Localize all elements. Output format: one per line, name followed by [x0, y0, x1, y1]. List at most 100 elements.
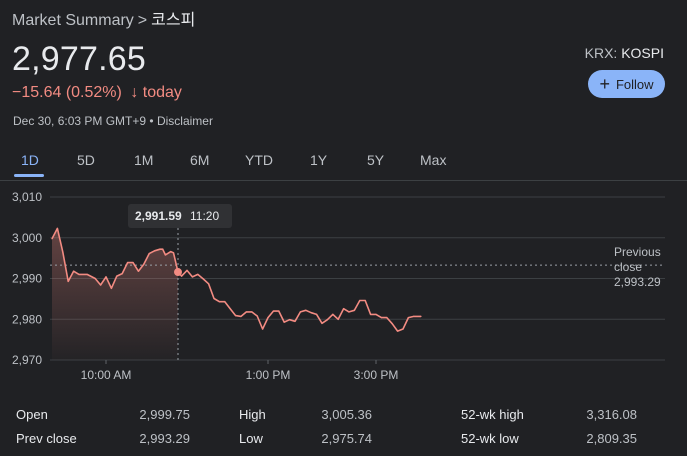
price-point — [245, 311, 247, 313]
price-point — [162, 248, 164, 250]
price-point — [73, 270, 75, 272]
disclaimer-link[interactable]: Disclaimer — [157, 114, 213, 128]
price-point — [256, 315, 258, 317]
price-point — [78, 273, 80, 276]
price-point — [159, 248, 161, 250]
stat-label-52wk-low: 52-wk low — [461, 431, 519, 446]
price-change-value: −15.64 (0.52%) — [12, 84, 122, 101]
stat-label-open: Open — [16, 407, 48, 422]
price-point — [343, 308, 345, 310]
price-point — [278, 310, 280, 312]
stat-label-low: Low — [239, 431, 263, 446]
price-point — [62, 251, 64, 253]
price-point — [132, 262, 134, 264]
tab-ytd[interactable]: YTD — [245, 152, 273, 168]
tab-6m[interactable]: 6M — [190, 152, 209, 168]
price-point — [100, 284, 102, 286]
ticker-symbol: KRX: KOSPI — [585, 45, 664, 61]
price-point — [137, 270, 139, 272]
price-point — [197, 273, 199, 276]
follow-button-label: Follow — [615, 76, 654, 92]
price-chart[interactable]: 3,010 3,000 2,990 2,980 2,970 10:00 AM 1:00 P… — [0, 180, 687, 390]
price-point — [186, 269, 188, 271]
price-point — [375, 313, 377, 315]
price-point — [67, 280, 69, 282]
y-tick-label: 2,980 — [12, 312, 42, 326]
price-point — [348, 311, 350, 313]
price-point — [154, 250, 156, 252]
symbol-name: KOSPI — [621, 45, 664, 61]
y-axis: 3,010 3,000 2,990 2,980 2,970 — [12, 190, 42, 367]
price-point — [181, 275, 183, 277]
x-tick-label: 10:00 AM — [81, 368, 132, 382]
tab-max[interactable]: Max — [420, 152, 446, 168]
current-price: 2,977.65 — [12, 40, 146, 78]
tab-1y[interactable]: 1Y — [310, 152, 327, 168]
tab-5d[interactable]: 5D — [77, 152, 95, 168]
price-point — [127, 262, 129, 264]
previous-close-label-line1: Previous — [614, 245, 661, 259]
tab-1m[interactable]: 1M — [134, 152, 153, 168]
active-tab-indicator — [14, 174, 44, 177]
price-point — [105, 276, 107, 278]
tab-5y[interactable]: 5Y — [367, 152, 384, 168]
x-tick-label: 1:00 PM — [246, 368, 291, 382]
price-change-period: today — [142, 84, 182, 101]
price-point — [332, 313, 334, 315]
price-point — [240, 315, 242, 317]
price-point — [386, 317, 388, 319]
price-point — [235, 314, 237, 317]
y-tick-label: 3,000 — [12, 231, 42, 245]
x-tick-label: 3:00 PM — [354, 368, 399, 382]
price-point — [397, 330, 399, 332]
price-point — [56, 227, 59, 229]
stat-value-52wk-high: 3,316.08 — [586, 407, 637, 422]
tooltip-time: 11:20 — [190, 209, 219, 223]
price-point — [283, 321, 285, 323]
price-point — [86, 273, 88, 276]
breadcrumb: Market Summary > 코스피 — [12, 6, 195, 30]
breadcrumb-current: 코스피 — [151, 12, 196, 29]
y-tick-label: 2,970 — [12, 353, 42, 367]
follow-button[interactable]: + Follow — [588, 70, 665, 98]
previous-close-label-line2: close — [614, 260, 642, 274]
meta-separator: • — [149, 114, 157, 128]
price-point — [262, 328, 264, 330]
price-point — [116, 275, 118, 277]
price-point — [267, 317, 269, 319]
price-point — [251, 311, 253, 313]
price-point — [229, 308, 231, 310]
price-point — [326, 319, 328, 321]
price-change: −15.64 (0.52%) ↓ today — [12, 84, 182, 102]
stat-label-high: High — [239, 407, 266, 422]
y-tick-label: 3,010 — [12, 190, 42, 204]
price-point — [305, 309, 307, 311]
price-area-fill — [52, 228, 178, 360]
price-point — [172, 252, 175, 254]
price-point — [272, 310, 274, 312]
price-point — [321, 322, 323, 324]
tab-1d[interactable]: 1D — [21, 152, 39, 168]
price-point — [294, 320, 296, 322]
price-point — [391, 323, 393, 325]
price-point — [380, 317, 382, 319]
price-point — [364, 299, 366, 302]
y-tick-label: 2,990 — [12, 272, 42, 286]
price-point — [289, 319, 291, 321]
price-point — [121, 273, 123, 275]
previous-close-label: Previous close 2,993.29 — [614, 245, 661, 289]
price-point — [310, 312, 312, 314]
price-point — [224, 301, 226, 303]
breadcrumb-root-link[interactable]: Market Summary — [12, 12, 134, 29]
price-point — [170, 251, 172, 253]
price-point — [191, 276, 193, 278]
price-point — [370, 313, 372, 315]
stat-label-prev-close: Prev close — [16, 431, 77, 446]
price-point — [218, 301, 220, 303]
price-point — [402, 328, 404, 330]
price-point — [420, 315, 422, 317]
stat-value-prev-close: 2,993.29 — [139, 431, 190, 446]
stat-value-high: 3,005.36 — [321, 407, 372, 422]
hover-point — [174, 268, 182, 277]
price-point — [316, 313, 318, 315]
